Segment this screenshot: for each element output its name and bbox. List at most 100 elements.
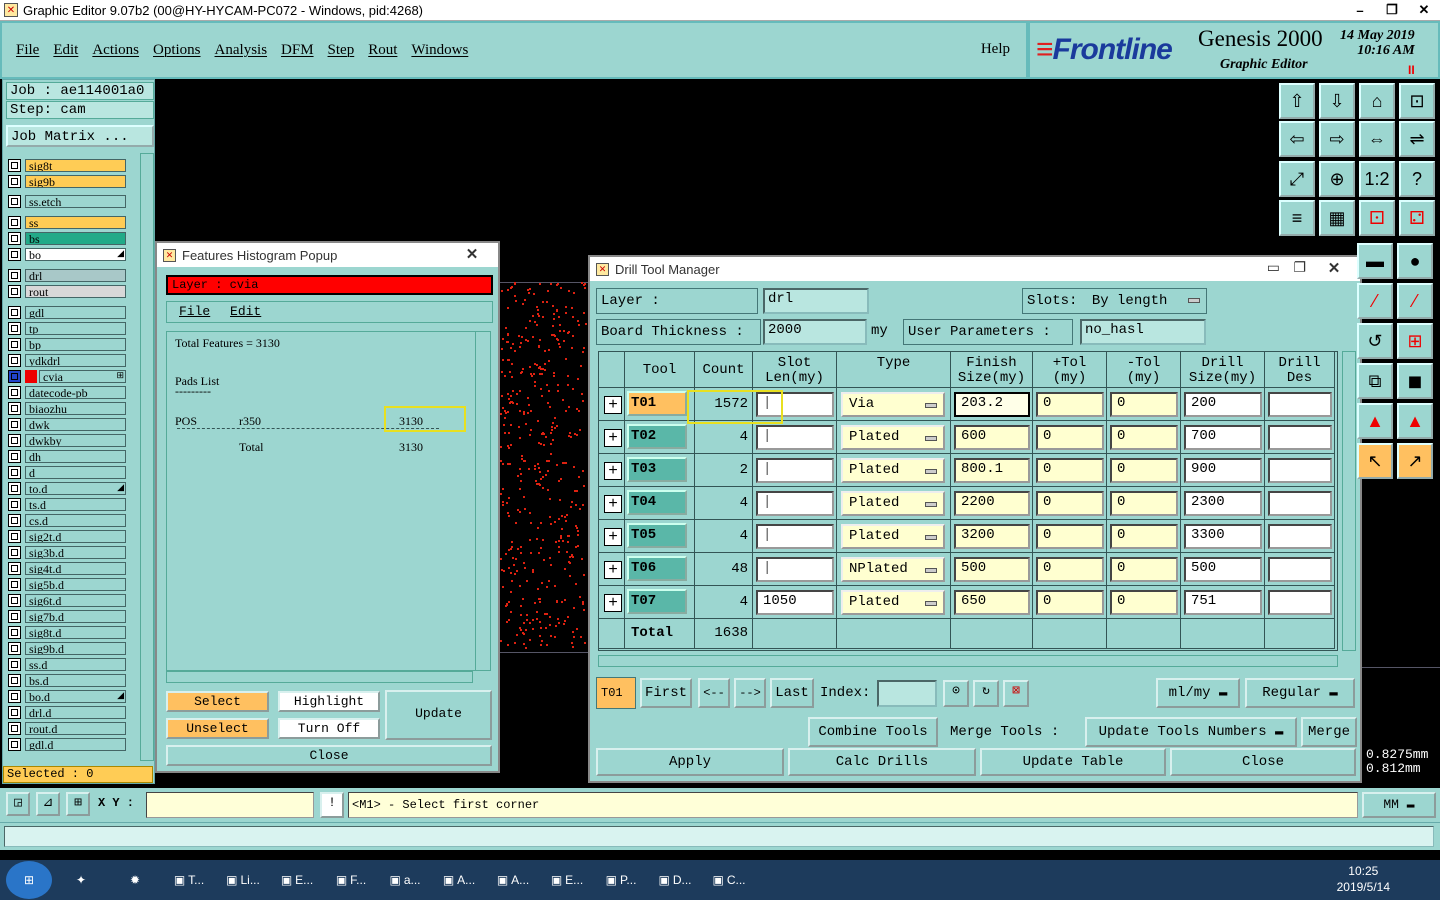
ptol-input[interactable]: 0 — [1036, 557, 1104, 582]
layer-name[interactable]: to.d — [25, 482, 126, 495]
layer-row-sig9b[interactable]: sig9b — [8, 174, 126, 189]
refresh-icon[interactable]: ↻ — [973, 680, 999, 707]
fill-icon[interactable]: ◼ — [1397, 363, 1433, 399]
highlight-button[interactable]: Highlight — [278, 691, 380, 712]
layer-row-sig2t.d[interactable]: sig2t.d — [8, 529, 126, 544]
layer-checkbox[interactable] — [8, 610, 21, 623]
taskbar-app[interactable]: ▣ F... — [326, 861, 376, 899]
layer-row-sig9b.d[interactable]: sig9b.d — [8, 641, 126, 656]
layer-row-ss.etch[interactable]: ss.etch — [8, 194, 126, 209]
layer-row-bs[interactable]: bs — [8, 231, 126, 246]
layer-checkbox[interactable] — [8, 418, 21, 431]
snap-icon[interactable]: ⚀ — [1359, 200, 1395, 236]
mtol-input[interactable]: 0 — [1110, 524, 1178, 549]
expand-icon[interactable]: + — [604, 462, 622, 480]
last-button[interactable]: Last — [770, 678, 814, 708]
close-icon[interactable]: ✕ — [1314, 259, 1354, 277]
layer-checkbox[interactable] — [8, 232, 21, 245]
taskbar-app[interactable]: ▣ D... — [650, 861, 700, 899]
pan-swap-icon[interactable]: ⇌ — [1399, 121, 1435, 157]
pan-lr-icon[interactable]: ⇔ — [1359, 121, 1395, 157]
layer-checkbox[interactable] — [8, 738, 21, 751]
layer-row-rout[interactable]: rout — [8, 284, 126, 299]
menu-dfm[interactable]: DFM — [281, 42, 314, 59]
layer-row-ss[interactable]: ss — [8, 215, 126, 230]
layer-name[interactable]: d — [25, 466, 126, 479]
layer-row-bo.d[interactable]: bo.d ◢ — [8, 689, 126, 704]
layer-name[interactable]: sig4t.d — [25, 562, 126, 575]
finish-input[interactable]: 500 — [954, 557, 1030, 582]
select-button[interactable]: Select — [166, 691, 269, 712]
zoom-icon[interactable]: ◲ — [6, 792, 30, 816]
taskbar-app[interactable]: ▣ P... — [596, 861, 646, 899]
apply-button[interactable]: Apply — [596, 748, 784, 776]
layer-name[interactable]: dwk — [25, 418, 126, 431]
type-select[interactable]: Plated — [841, 590, 945, 615]
layer-row-dh[interactable]: dh — [8, 449, 126, 464]
layer-name[interactable]: sig3b.d — [25, 546, 126, 559]
layer-name[interactable]: datecode-pb — [25, 386, 126, 399]
layer-checkbox[interactable] — [8, 562, 21, 575]
des-input[interactable] — [1268, 590, 1332, 615]
layer-checkbox[interactable] — [8, 402, 21, 415]
layer-checkbox[interactable] — [8, 658, 21, 671]
maximize-icon[interactable]: ❐ — [1376, 0, 1408, 20]
layer-checkbox[interactable] — [8, 482, 21, 495]
taskbar-app-icon[interactable]: ✹ — [110, 861, 160, 899]
mtol-input[interactable]: 0 — [1110, 425, 1178, 450]
finish-input[interactable]: 3200 — [954, 524, 1030, 549]
layer-checkbox[interactable] — [8, 216, 21, 229]
type-select[interactable]: Plated — [841, 458, 945, 483]
pan-right-icon[interactable]: ⇨ — [1319, 121, 1355, 157]
drill-input[interactable]: 751 — [1184, 590, 1262, 615]
tool-button[interactable]: T04 — [627, 490, 687, 515]
window-icon[interactable]: ⊡ — [1399, 83, 1435, 119]
user-params-input[interactable]: no_hasl — [1080, 319, 1206, 345]
taskbar-app[interactable]: ▣ A... — [488, 861, 538, 899]
layer-name[interactable]: ss.d — [25, 658, 126, 671]
slot-input[interactable] — [756, 425, 834, 450]
slot-input[interactable] — [756, 557, 834, 582]
layer-checkbox[interactable] — [8, 450, 21, 463]
drill-input[interactable]: 700 — [1184, 425, 1262, 450]
help-icon[interactable]: ? — [1399, 161, 1435, 197]
arc2-icon[interactable]: ▲ — [1397, 403, 1433, 439]
layer-checkbox[interactable] — [8, 626, 21, 639]
table-vscroll[interactable] — [1342, 351, 1356, 651]
line-icon[interactable]: ⁄ — [1357, 283, 1393, 319]
fit-icon[interactable]: ⤢ — [1279, 161, 1315, 197]
layer-checkbox[interactable] — [8, 674, 21, 687]
layer-name[interactable]: cs.d — [25, 514, 126, 527]
layer-checkbox[interactable] — [8, 642, 21, 655]
des-input[interactable] — [1268, 557, 1332, 582]
layer-name[interactable]: sig6t.d — [25, 594, 126, 607]
units-select[interactable]: MM ▬ — [1362, 792, 1436, 818]
taskbar-app[interactable]: ▣ C... — [704, 861, 754, 899]
combine-tools-button[interactable]: Combine Tools — [808, 717, 938, 747]
search-icon[interactable]: ⊙ — [943, 680, 969, 707]
units-select[interactable]: ml/my ▬ — [1156, 678, 1240, 708]
type-select[interactable]: Plated — [841, 524, 945, 549]
drill-close-button[interactable]: Close — [1170, 748, 1356, 776]
layer-checkbox[interactable] — [8, 175, 21, 188]
measure-icon[interactable]: ⊿ — [36, 792, 60, 816]
layer-row-dwk[interactable]: dwk — [8, 417, 126, 432]
pointer-icon[interactable]: ↖ — [1357, 443, 1393, 479]
maximize-icon[interactable]: ❐ — [1293, 259, 1306, 276]
menu-file[interactable]: File — [16, 42, 39, 59]
layer-row-dwkby[interactable]: dwkby — [8, 433, 126, 448]
type-select[interactable]: Plated — [841, 425, 945, 450]
slot-input[interactable] — [756, 458, 834, 483]
alert-icon[interactable]: ! — [320, 792, 344, 818]
des-input[interactable] — [1268, 458, 1332, 483]
home-icon[interactable]: ⌂ — [1359, 83, 1395, 119]
menu-rout[interactable]: Rout — [368, 42, 397, 59]
layer-name[interactable]: bs.d — [25, 674, 126, 687]
turn-off-button[interactable]: Turn Off — [278, 718, 380, 739]
scale-icon[interactable]: 1:2 — [1359, 161, 1395, 197]
layer-row-sig4t.d[interactable]: sig4t.d — [8, 561, 126, 576]
layer-name[interactable]: gdl — [25, 306, 126, 319]
taskbar-app[interactable]: ▣ E... — [272, 861, 322, 899]
layer-checkbox[interactable] — [8, 578, 21, 591]
layer-scrollbar[interactable] — [140, 153, 154, 761]
